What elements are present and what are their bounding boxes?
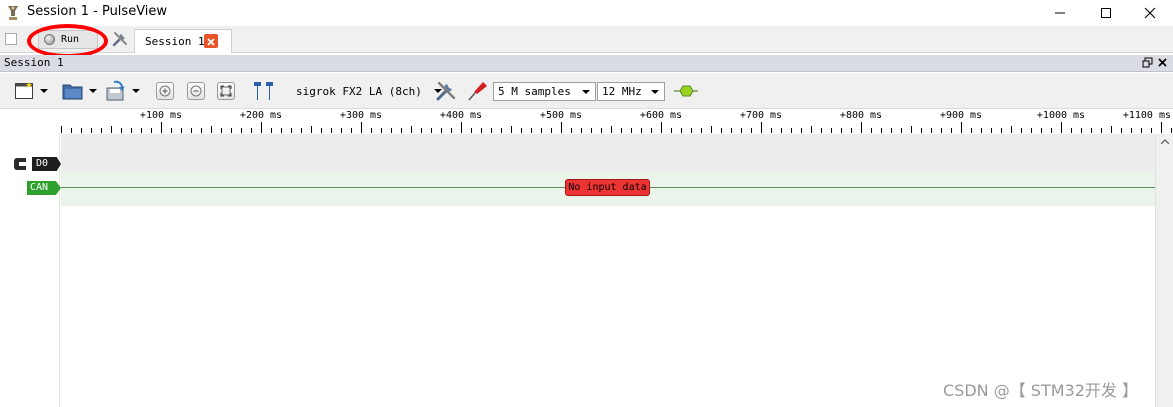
tab-close-icon[interactable] bbox=[204, 34, 218, 48]
tools-wrench-icon bbox=[436, 81, 456, 101]
device-selector[interactable]: sigrok FX2 LA (8ch) bbox=[296, 73, 442, 109]
device-label: sigrok FX2 LA (8ch) bbox=[296, 84, 422, 98]
device-config-button[interactable] bbox=[435, 73, 457, 109]
run-button-label: Run bbox=[61, 34, 80, 45]
minimize-icon bbox=[1055, 12, 1065, 14]
run-status-led-icon bbox=[44, 34, 55, 45]
open-folder-icon bbox=[62, 84, 83, 100]
ruler-tick-label: +500 ms bbox=[539, 110, 583, 121]
ruler-tick-label: +200 ms bbox=[239, 110, 283, 121]
ruler-ticks bbox=[61, 122, 1172, 133]
ruler-tick-label: +700 ms bbox=[739, 110, 783, 121]
minimize-button[interactable] bbox=[1037, 0, 1083, 26]
float-dock-icon[interactable] bbox=[1142, 57, 1153, 68]
zoom-out-button[interactable] bbox=[187, 73, 205, 109]
settings-tools-icon[interactable] bbox=[111, 30, 129, 48]
maximize-icon bbox=[1101, 8, 1111, 18]
watermark-text: CSDN @【 STM32开发 】 bbox=[943, 381, 1138, 400]
open-dropdown-icon[interactable] bbox=[89, 89, 97, 93]
ruler-tick-label: +400 ms bbox=[439, 110, 483, 121]
vertical-scrollbar[interactable] bbox=[1155, 134, 1173, 407]
open-file-button[interactable] bbox=[62, 73, 97, 109]
zoom-in-button[interactable] bbox=[156, 73, 174, 109]
channel-label-d0[interactable]: D0 bbox=[32, 157, 61, 171]
sample-rate-dropdown-icon bbox=[651, 90, 659, 94]
zoom-fit-icon bbox=[220, 85, 232, 97]
show-cursors-button[interactable] bbox=[252, 73, 276, 109]
close-window-button[interactable] bbox=[1127, 0, 1173, 26]
title-bar: Session 1 - PulseView bbox=[0, 0, 1173, 26]
maximize-button[interactable] bbox=[1083, 0, 1129, 26]
session-dock-header: Session 1 bbox=[0, 55, 1173, 72]
probe-icon bbox=[468, 82, 487, 101]
close-dock-icon[interactable] bbox=[1157, 57, 1168, 68]
time-ruler[interactable]: +100 ms +200 ms +300 ms +400 ms +500 ms +600 … bbox=[60, 110, 1173, 134]
ruler-tick-label: +1100 ms bbox=[1122, 110, 1171, 121]
save-dropdown-icon[interactable] bbox=[132, 89, 140, 93]
pulseview-app-icon bbox=[8, 6, 18, 20]
dock-title: Session 1 bbox=[4, 56, 64, 69]
ruler-tick-label: +100 ms bbox=[139, 110, 183, 121]
tab-session-1[interactable]: Session 1 bbox=[134, 29, 232, 53]
add-decoder-button[interactable] bbox=[674, 73, 698, 109]
no-input-data-text: No input data bbox=[568, 182, 647, 193]
ruler-tick-label: +300 ms bbox=[339, 110, 383, 121]
new-document-icon bbox=[15, 82, 33, 99]
d0-row-background bbox=[61, 134, 1155, 151]
sample-rate-select[interactable]: 12 MHz bbox=[597, 82, 665, 101]
d0-row-background-lower bbox=[61, 151, 1155, 171]
sample-rate-value: 12 MHz bbox=[602, 85, 642, 98]
save-file-button[interactable] bbox=[105, 73, 140, 109]
ruler-tick-label: +1000 ms bbox=[1036, 110, 1086, 121]
save-disk-icon bbox=[106, 80, 125, 101]
cursors-icon bbox=[254, 82, 273, 100]
new-view-dropdown-icon[interactable] bbox=[40, 89, 48, 93]
zoom-fit-button[interactable] bbox=[217, 73, 235, 109]
scroll-up-arrow-icon[interactable] bbox=[1161, 139, 1169, 145]
ruler-tick-label: +900 ms bbox=[939, 110, 983, 121]
sample-count-dropdown-icon bbox=[582, 90, 590, 94]
d0-drag-handle-icon[interactable] bbox=[14, 158, 26, 170]
channels-probe-button[interactable] bbox=[467, 73, 489, 109]
session-tab-label: Session 1 bbox=[145, 35, 205, 48]
ruler-tick-label: +600 ms bbox=[639, 110, 683, 121]
new-view-button[interactable] bbox=[14, 73, 48, 109]
ruler-tick-label: +800 ms bbox=[839, 110, 883, 121]
zoom-out-icon bbox=[190, 85, 202, 97]
no-input-data-badge: No input data bbox=[565, 179, 650, 196]
trace-header-area bbox=[0, 134, 60, 407]
zoom-in-icon bbox=[159, 85, 171, 97]
new-session-checkbox[interactable] bbox=[5, 33, 17, 45]
run-button[interactable]: Run bbox=[38, 30, 98, 49]
sample-count-value: 5 M samples bbox=[498, 85, 571, 98]
channel-label-can[interactable]: CAN bbox=[27, 181, 61, 195]
window-title: Session 1 - PulseView bbox=[27, 4, 168, 19]
close-icon bbox=[1144, 7, 1156, 19]
decoder-icon bbox=[674, 85, 698, 97]
sample-count-select[interactable]: 5 M samples bbox=[493, 82, 596, 101]
